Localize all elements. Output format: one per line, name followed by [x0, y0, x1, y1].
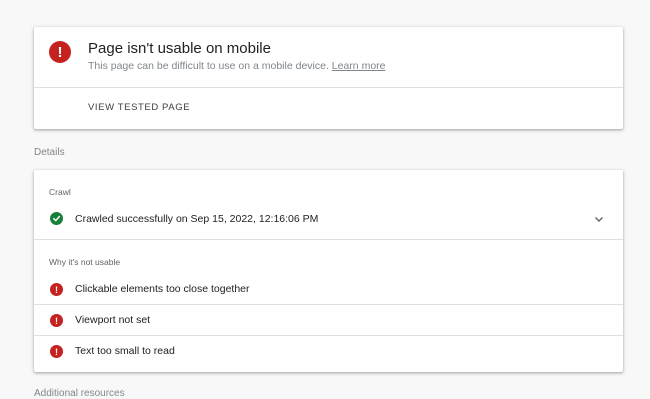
details-card: Crawl Crawled successfully on Sep 15, 20… [34, 170, 623, 372]
divider [34, 87, 623, 88]
summary-card: ! Page isn't usable on mobile This page … [34, 27, 623, 129]
subtitle-text: This page can be difficult to use on a m… [88, 60, 329, 72]
issue-item: Viewport not set [75, 314, 151, 326]
page-status-title: Page isn't usable on mobile [88, 40, 271, 57]
error-icon: ! [49, 41, 71, 63]
issue-item: Text too small to read [75, 345, 175, 357]
error-icon: ! [50, 314, 63, 327]
check-circle-icon [50, 212, 63, 225]
crawl-status-text: Crawled successfully on Sep 15, 2022, 12… [75, 213, 319, 225]
error-icon: ! [50, 283, 63, 296]
crawl-label: Crawl [49, 187, 71, 197]
divider [34, 335, 623, 336]
details-heading: Details [34, 147, 65, 158]
view-tested-page-button[interactable]: VIEW TESTED PAGE [88, 102, 190, 113]
chevron-down-icon[interactable] [593, 213, 605, 225]
divider [34, 239, 623, 240]
error-icon: ! [50, 345, 63, 358]
learn-more-link[interactable]: Learn more [332, 60, 386, 72]
divider [34, 304, 623, 305]
page-status-subtitle: This page can be difficult to use on a m… [88, 60, 386, 72]
why-not-usable-label: Why it's not usable [49, 257, 121, 267]
issue-item: Clickable elements too close together [75, 283, 250, 295]
